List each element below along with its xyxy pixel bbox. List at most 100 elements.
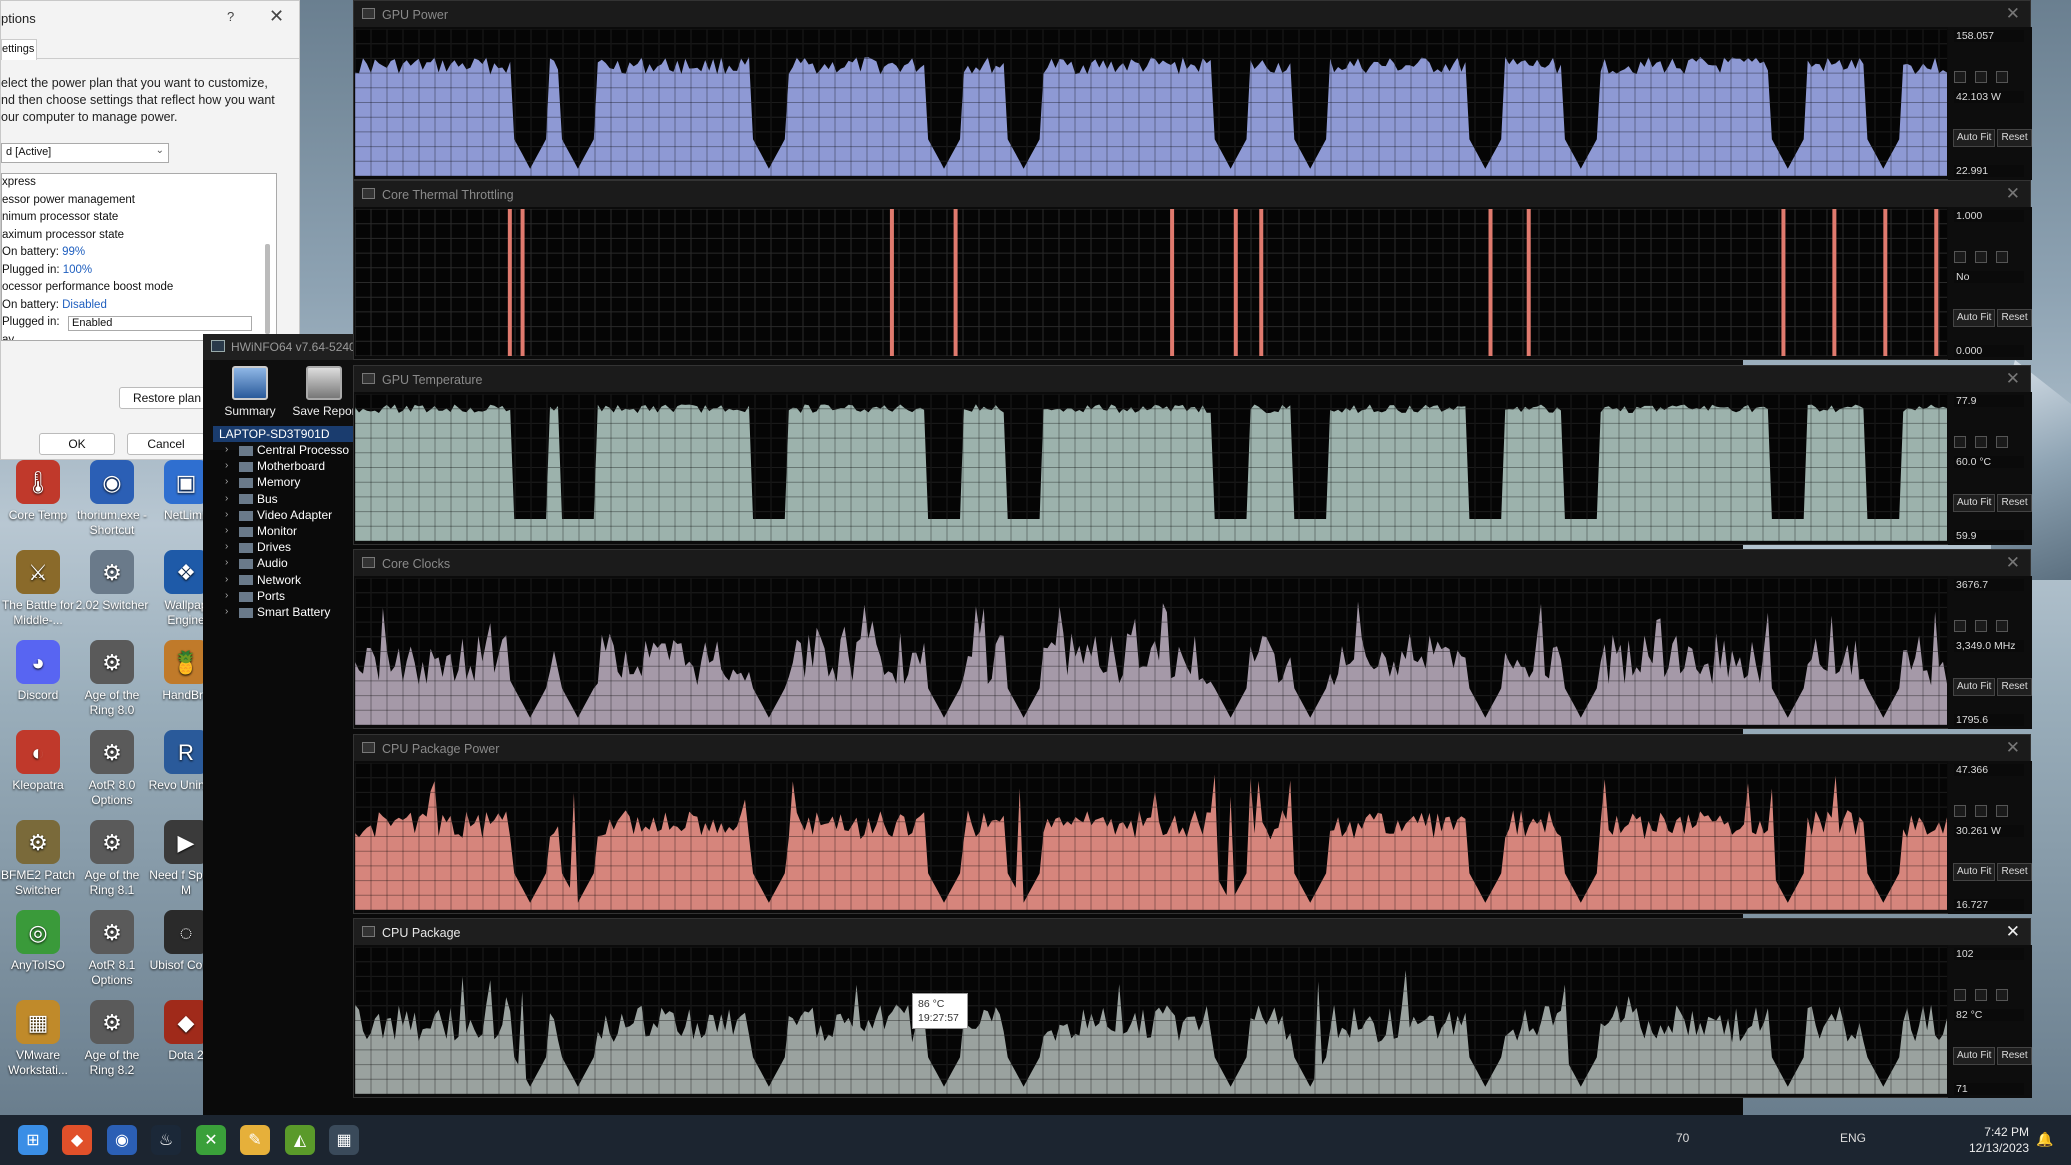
tree-row-value[interactable]: Disabled <box>62 299 107 311</box>
graph-plot-area[interactable] <box>355 209 1947 356</box>
expand-icon[interactable]: › <box>225 555 228 571</box>
desktop-icon[interactable]: ⚙ Age of the Ring 8.2 <box>74 1000 150 1078</box>
expand-icon[interactable]: › <box>225 539 228 555</box>
desktop-icon[interactable]: 🌡 Core Temp <box>0 460 76 523</box>
help-icon[interactable]: ? <box>227 9 234 24</box>
tree-row[interactable]: xpress <box>2 174 276 192</box>
tab-settings[interactable]: ettings <box>1 39 37 60</box>
device-tree-item[interactable]: › Ports <box>203 588 353 604</box>
notification-icon[interactable]: 🔔 <box>2036 1131 2053 1148</box>
tree-row[interactable]: Plugged in: Enabled <box>2 314 276 332</box>
close-icon[interactable]: ✕ <box>2006 184 2020 204</box>
tree-row[interactable]: Plugged in: 100% <box>2 262 276 280</box>
device-tree-item[interactable]: › Bus <box>203 491 353 507</box>
graph-checkbox[interactable] <box>1996 805 2008 817</box>
reset-button[interactable]: Reset <box>1997 129 2032 147</box>
reset-button[interactable]: Reset <box>1997 678 2032 696</box>
device-tree-item[interactable]: › Drives <box>203 539 353 555</box>
graph-checkbox[interactable] <box>1975 989 1987 1001</box>
auto-fit-button[interactable]: Auto Fit <box>1953 129 1996 147</box>
device-tree-item[interactable]: › Memory <box>203 474 353 490</box>
expand-icon[interactable]: › <box>225 442 228 458</box>
restore-plan-button[interactable]: Restore plan <box>119 387 215 409</box>
taskbar-hwinfo-icon[interactable]: ▦ <box>329 1125 359 1155</box>
taskbar-xbox-icon[interactable]: ✕ <box>196 1125 226 1155</box>
graph-checkbox[interactable] <box>1996 71 2008 83</box>
device-tree-item[interactable]: › Smart Battery <box>203 604 353 620</box>
ok-button[interactable]: OK <box>39 433 115 455</box>
device-tree-item[interactable]: › Audio <box>203 555 353 571</box>
device-tree-item[interactable]: › Central Processo <box>203 442 353 458</box>
cancel-button[interactable]: Cancel <box>127 433 205 455</box>
close-icon[interactable]: ✕ <box>2006 553 2020 573</box>
desktop-icon[interactable]: ⚔ The Battle for Middle-... <box>0 550 76 628</box>
device-tree-item[interactable]: › Network <box>203 572 353 588</box>
graph-plot-area[interactable] <box>355 578 1947 725</box>
desktop-icon[interactable]: ⚙ 2.02 Switcher <box>74 550 150 613</box>
taskbar-steam-icon[interactable]: ♨ <box>151 1125 181 1155</box>
tree-row[interactable]: aximum processor state <box>2 227 276 245</box>
device-tree-item[interactable]: › Video Adapter <box>203 507 353 523</box>
graph-plot-area[interactable] <box>355 763 1947 910</box>
reset-button[interactable]: Reset <box>1997 863 2032 881</box>
desktop-icon[interactable]: ⚙ AotR 8.1 Options <box>74 910 150 988</box>
expand-icon[interactable]: › <box>225 491 228 507</box>
desktop-icon[interactable]: ⚙ AotR 8.0 Options <box>74 730 150 808</box>
graph-checkbox[interactable] <box>1975 251 1987 263</box>
taskbar-thorium-icon[interactable]: ◉ <box>107 1125 137 1155</box>
tree-root-computer[interactable]: LAPTOP-SD3T901D <box>213 426 353 442</box>
graph-checkbox[interactable] <box>1954 805 1966 817</box>
reset-button[interactable]: Reset <box>1997 494 2032 512</box>
close-icon[interactable]: ✕ <box>2006 738 2020 758</box>
expand-icon[interactable]: › <box>225 507 228 523</box>
graph-checkbox[interactable] <box>1954 989 1966 1001</box>
clock[interactable]: 7:42 PM 12/13/2023 <box>1969 1124 2029 1156</box>
graph-checkbox[interactable] <box>1954 620 1966 632</box>
tree-row[interactable]: On battery: 99% <box>2 244 276 262</box>
graph-checkbox[interactable] <box>1975 620 1987 632</box>
auto-fit-button[interactable]: Auto Fit <box>1953 1047 1996 1065</box>
taskbar-brave-icon[interactable]: ◆ <box>62 1125 92 1155</box>
graph-checkbox[interactable] <box>1996 620 2008 632</box>
desktop-icon[interactable]: ▦ VMware Workstati... <box>0 1000 76 1078</box>
graph-plot-area[interactable] <box>355 947 1947 1094</box>
language-indicator[interactable]: ENG <box>1840 1131 1866 1145</box>
desktop-icon[interactable]: ◐ Kleopatra <box>0 730 76 793</box>
expand-icon[interactable]: › <box>225 523 228 539</box>
graph-checkbox[interactable] <box>1996 436 2008 448</box>
close-icon[interactable]: ✕ <box>269 6 284 27</box>
expand-icon[interactable]: › <box>225 588 228 604</box>
device-tree-item[interactable]: › Monitor <box>203 523 353 539</box>
tree-row[interactable]: essor power management <box>2 192 276 210</box>
auto-fit-button[interactable]: Auto Fit <box>1953 309 1996 327</box>
tree-row[interactable]: ocessor performance boost mode <box>2 279 276 297</box>
desktop-icon[interactable]: ⚙ BFME2 Patch Switcher <box>0 820 76 898</box>
device-tree-item[interactable]: › Motherboard <box>203 458 353 474</box>
expand-icon[interactable]: › <box>225 474 228 490</box>
desktop-icon[interactable]: ◕ Discord <box>0 640 76 703</box>
expand-icon[interactable]: › <box>225 604 228 620</box>
tree-row[interactable]: nimum processor state <box>2 209 276 227</box>
desktop-icon[interactable]: ⚙ Age of the Ring 8.0 <box>74 640 150 718</box>
tree-row-value[interactable]: 100% <box>63 264 92 276</box>
graph-checkbox[interactable] <box>1954 71 1966 83</box>
reset-button[interactable]: Reset <box>1997 1047 2032 1065</box>
graph-checkbox[interactable] <box>1975 71 1987 83</box>
reset-button[interactable]: Reset <box>1997 309 2032 327</box>
auto-fit-button[interactable]: Auto Fit <box>1953 678 1996 696</box>
taskbar-start-icon[interactable]: ⊞ <box>18 1125 48 1155</box>
graph-plot-area[interactable] <box>355 29 1947 176</box>
desktop-icon[interactable]: ◎ AnyToISO <box>0 910 76 973</box>
taskbar-nvidia-icon[interactable]: ◭ <box>285 1125 315 1155</box>
expand-icon[interactable]: › <box>225 458 228 474</box>
graph-plot-area[interactable] <box>355 394 1947 541</box>
taskbar-notes-icon[interactable]: ✎ <box>240 1125 270 1155</box>
graph-checkbox[interactable] <box>1996 989 2008 1001</box>
graph-checkbox[interactable] <box>1954 251 1966 263</box>
graph-checkbox[interactable] <box>1975 805 1987 817</box>
power-plan-select[interactable]: d [Active] ⌄ <box>1 143 169 163</box>
power-settings-tree[interactable]: xpress essor power management nimum proces… <box>1 173 277 341</box>
auto-fit-button[interactable]: Auto Fit <box>1953 494 1996 512</box>
plugged-in-select[interactable]: Enabled <box>68 316 252 331</box>
expand-icon[interactable]: › <box>225 572 228 588</box>
